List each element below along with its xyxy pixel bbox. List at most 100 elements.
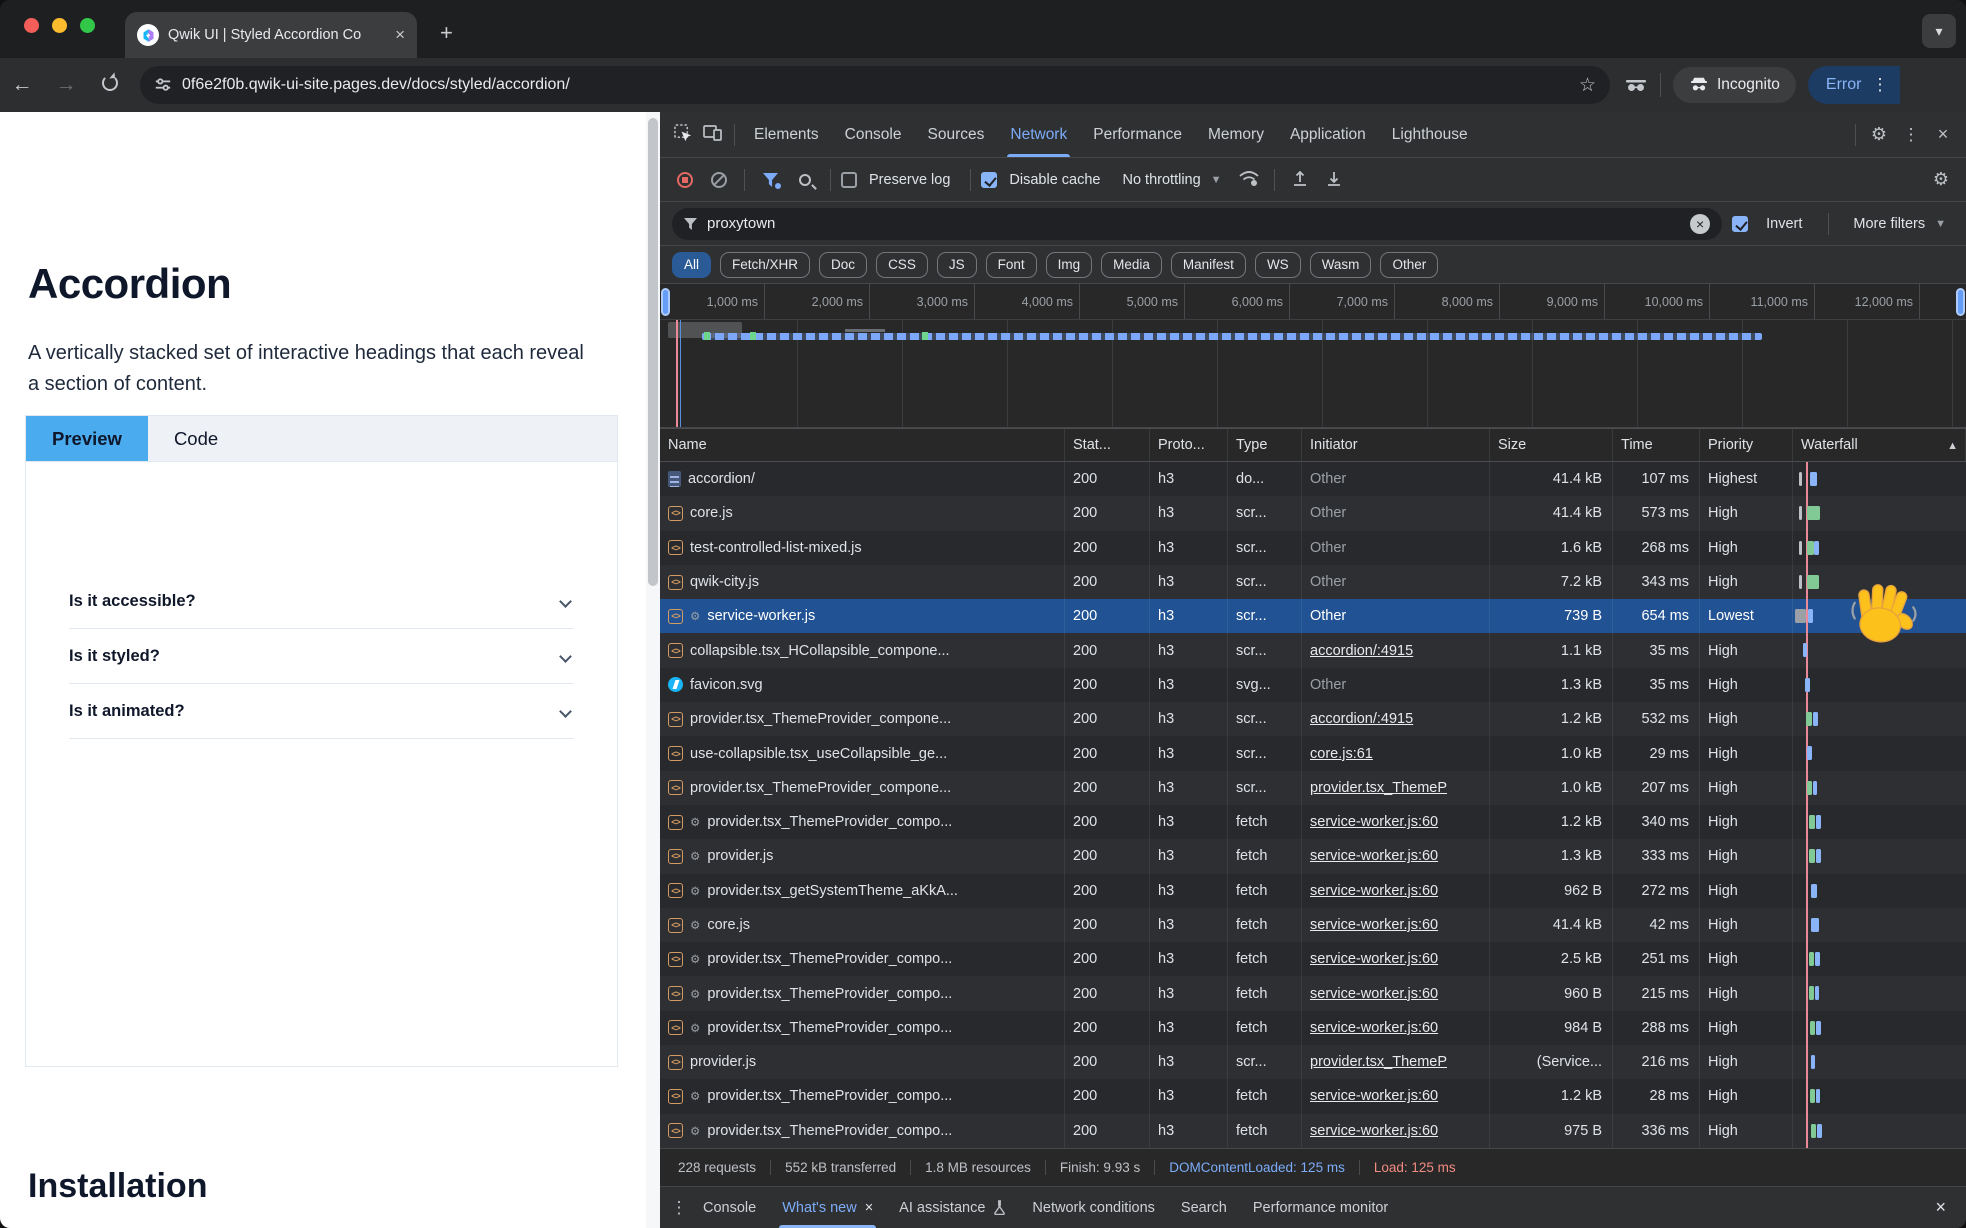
devtools-tab-console[interactable]: Console (832, 112, 915, 157)
drawer-tab-network-conditions[interactable]: Network conditions (1019, 1187, 1168, 1228)
request-initiator[interactable]: provider.tsx_ThemeP (1310, 1054, 1447, 1070)
overview-right-handle[interactable] (1956, 288, 1965, 316)
zoom-window-button[interactable] (80, 18, 95, 33)
devtools-tab-sources[interactable]: Sources (915, 112, 998, 157)
search-icon[interactable] (799, 174, 811, 186)
extension-incognito-icon[interactable] (1624, 75, 1648, 95)
request-name[interactable]: service-worker.js (707, 608, 815, 624)
request-initiator[interactable]: service-worker.js:60 (1310, 951, 1438, 967)
filter-icon[interactable] (763, 173, 778, 187)
devtools-tab-performance[interactable]: Performance (1080, 112, 1195, 157)
column-header-waterfall[interactable]: Waterfall (1793, 429, 1966, 461)
column-header-time[interactable]: Time (1613, 429, 1700, 461)
request-name[interactable]: provider.tsx_ThemeProvider_compone... (690, 711, 951, 727)
type-filter-doc[interactable]: Doc (819, 252, 867, 278)
forward-button[interactable]: → (44, 73, 88, 97)
request-waterfall[interactable] (1793, 771, 1966, 805)
table-row[interactable]: <>⚙core.js 200 h3 scr... Other 41.4 kB 5… (660, 496, 1966, 530)
column-header-type[interactable]: Type (1228, 429, 1302, 461)
drawer-tab-search[interactable]: Search (1168, 1187, 1240, 1228)
request-initiator[interactable]: service-worker.js:60 (1310, 883, 1438, 899)
type-filter-ws[interactable]: WS (1255, 252, 1301, 278)
request-initiator[interactable]: service-worker.js:60 (1310, 1020, 1438, 1036)
request-initiator[interactable]: Other (1310, 540, 1346, 556)
reload-button[interactable] (88, 73, 132, 97)
request-initiator[interactable]: Other (1310, 471, 1346, 487)
request-waterfall[interactable] (1793, 942, 1966, 976)
table-row[interactable]: <>⚙provider.tsx_ThemeProvider_compo... 2… (660, 1114, 1966, 1148)
request-name[interactable]: provider.tsx_ThemeProvider_compo... (707, 814, 952, 830)
browser-tab[interactable]: Qwik UI | Styled Accordion Co × (125, 12, 417, 58)
throttling-dropdown[interactable]: No throttling ▼ (1122, 172, 1221, 188)
clear-network-log-icon[interactable] (711, 172, 727, 188)
scrollbar-thumb[interactable] (648, 118, 658, 586)
disable-cache-label[interactable]: Disable cache (1009, 172, 1100, 188)
request-initiator[interactable]: service-worker.js:60 (1310, 1123, 1438, 1139)
request-waterfall[interactable] (1793, 874, 1966, 908)
filter-field[interactable]: × (672, 208, 1722, 240)
request-initiator[interactable]: service-worker.js:60 (1310, 848, 1438, 864)
drawer-tab-ai-assistance[interactable]: AI assistance (886, 1187, 1019, 1228)
table-row[interactable]: <>⚙qwik-city.js 200 h3 scr... Other 7.2 … (660, 565, 1966, 599)
table-row[interactable]: <>⚙provider.js 200 h3 fetch service-work… (660, 839, 1966, 873)
table-row[interactable]: <>⚙provider.tsx_ThemeProvider_compo... 2… (660, 1079, 1966, 1113)
request-name[interactable]: provider.tsx_ThemeProvider_compo... (707, 986, 952, 1002)
request-name[interactable]: use-collapsible.tsx_useCollapsible_ge... (690, 746, 947, 762)
invert-checkbox[interactable] (1732, 216, 1748, 232)
request-initiator[interactable]: service-worker.js:60 (1310, 986, 1438, 1002)
more-filters-dropdown[interactable]: More filters ▼ (1845, 216, 1954, 232)
request-initiator[interactable]: core.js:61 (1310, 746, 1373, 762)
request-name[interactable]: provider.tsx_getSystemTheme_aKkA... (707, 883, 958, 899)
request-waterfall[interactable] (1793, 496, 1966, 530)
request-waterfall[interactable] (1793, 1011, 1966, 1045)
request-waterfall[interactable] (1793, 976, 1966, 1010)
table-row[interactable]: <>⚙collapsible.tsx_HCollapsible_compone.… (660, 633, 1966, 667)
table-row[interactable]: ⚙favicon.svg 200 h3 svg... Other 1.3 kB … (660, 668, 1966, 702)
browser-menu-icon[interactable]: ⋮ (1871, 75, 1888, 95)
drawer-menu-icon[interactable]: ⋮ (668, 1198, 690, 1218)
devtools-close-icon[interactable]: × (1928, 124, 1958, 145)
error-label[interactable]: Error (1826, 76, 1862, 94)
request-name[interactable]: accordion/ (688, 471, 755, 487)
sort-ascending-icon[interactable]: ▲ (1947, 440, 1958, 452)
import-har-icon[interactable] (1285, 170, 1315, 190)
site-settings-icon[interactable] (154, 76, 172, 94)
tab-search-chevron-icon[interactable]: ▾ (1922, 14, 1956, 48)
drawer-tab-what-s-new[interactable]: What's new× (769, 1187, 886, 1228)
close-icon[interactable]: × (865, 1200, 873, 1216)
table-row[interactable]: <>⚙core.js 200 h3 fetch service-worker.j… (660, 908, 1966, 942)
network-settings-icon[interactable]: ⚙ (1926, 169, 1956, 190)
page-scrollbar[interactable] (646, 112, 660, 1228)
preserve-log-checkbox[interactable] (841, 172, 857, 188)
record-network-log-button[interactable] (677, 172, 693, 188)
type-filter-media[interactable]: Media (1101, 252, 1162, 278)
type-filter-all[interactable]: All (672, 252, 711, 278)
request-name[interactable]: provider.tsx_ThemeProvider_compo... (707, 1123, 952, 1139)
request-waterfall[interactable] (1793, 805, 1966, 839)
request-waterfall[interactable] (1793, 531, 1966, 565)
table-row[interactable]: <>⚙provider.tsx_ThemeProvider_compo... 2… (660, 942, 1966, 976)
devtools-tab-elements[interactable]: Elements (741, 112, 832, 157)
inspect-element-icon[interactable] (668, 124, 698, 146)
preserve-log-label[interactable]: Preserve log (869, 172, 950, 188)
invert-label[interactable]: Invert (1766, 216, 1802, 232)
table-row[interactable]: <>⚙provider.tsx_ThemeProvider_compone...… (660, 771, 1966, 805)
request-waterfall[interactable] (1793, 462, 1966, 496)
table-row[interactable]: <>⚙provider.tsx_ThemeProvider_compo... 2… (660, 805, 1966, 839)
request-name[interactable]: provider.tsx_ThemeProvider_compo... (707, 951, 952, 967)
request-initiator[interactable]: Other (1310, 677, 1346, 693)
type-filter-wasm[interactable]: Wasm (1310, 252, 1372, 278)
accordion-item[interactable]: Is it animated? (69, 684, 574, 739)
request-name[interactable]: provider.js (690, 1054, 756, 1070)
request-waterfall[interactable] (1793, 1114, 1966, 1148)
export-har-icon[interactable] (1319, 170, 1349, 190)
table-row[interactable]: <>⚙test-controlled-list-mixed.js 200 h3 … (660, 531, 1966, 565)
devtools-menu-icon[interactable]: ⋮ (1896, 125, 1926, 145)
column-header-priority[interactable]: Priority (1700, 429, 1793, 461)
table-row[interactable]: <>⚙provider.tsx_ThemeProvider_compone...… (660, 702, 1966, 736)
url-bar[interactable]: 0f6e2f0b.qwik-ui-site.pages.dev/docs/sty… (140, 66, 1610, 104)
column-header-proto[interactable]: Proto... (1150, 429, 1228, 461)
table-row[interactable]: <>⚙provider.js 200 h3 scr... provider.ts… (660, 1045, 1966, 1079)
table-row[interactable]: <>⚙use-collapsible.tsx_useCollapsible_ge… (660, 736, 1966, 770)
request-initiator[interactable]: service-worker.js:60 (1310, 1088, 1438, 1104)
